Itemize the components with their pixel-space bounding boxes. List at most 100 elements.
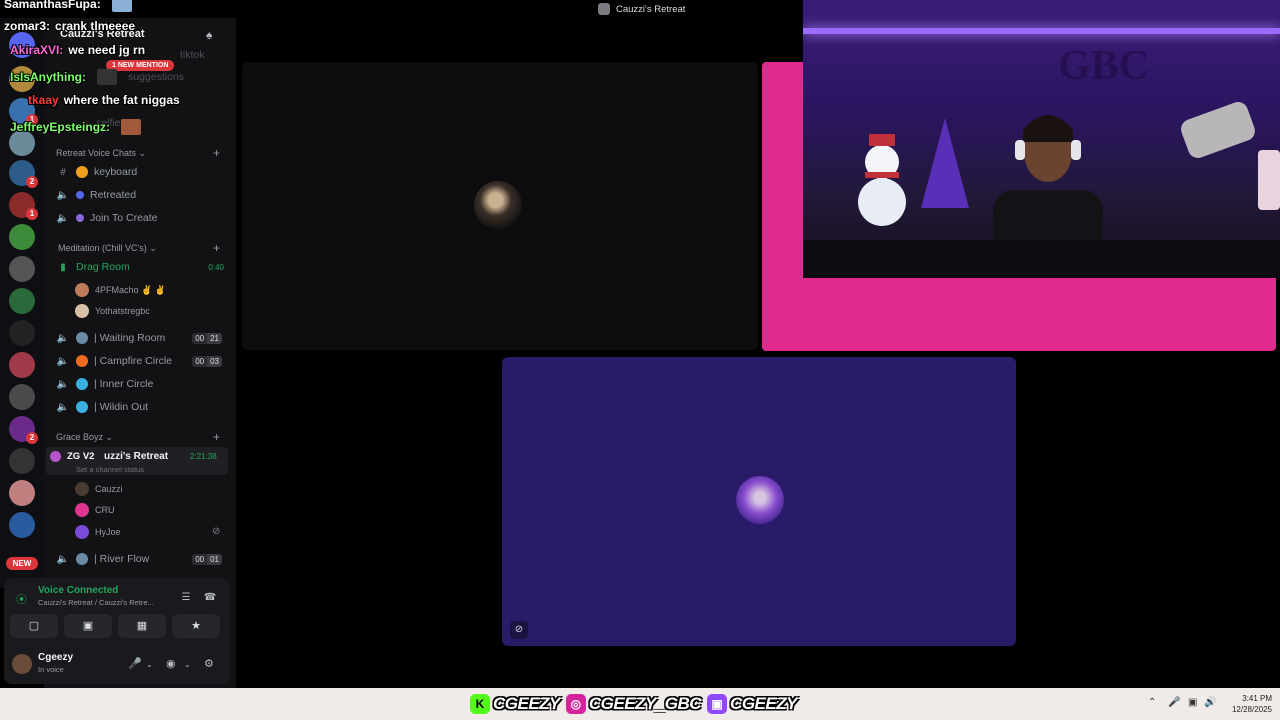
channel-inner-circle[interactable]: 🔈 | Inner Circle [56, 375, 228, 393]
avatar [75, 304, 89, 318]
microphone-tray-icon[interactable]: 🎤 [1168, 697, 1180, 708]
server-icon-10[interactable] [9, 320, 35, 346]
channel-join-to-create[interactable]: 🔈 Join To Create [56, 209, 228, 227]
add-channel-icon[interactable]: + [213, 241, 220, 255]
server-icon-11[interactable] [9, 352, 35, 378]
channel-drag-room[interactable]: ▮ Drag Room 0:40 [56, 258, 228, 276]
server-icon-6[interactable]: 1 [9, 192, 38, 220]
channel-faded-suggestions[interactable]: suggestions [128, 68, 228, 86]
voice-user-name: HyJoe [95, 527, 121, 537]
unread-badge: 1 [26, 208, 38, 220]
voice-user[interactable]: HyJoe [75, 523, 121, 541]
soundboard-button[interactable]: ★ [172, 614, 220, 638]
channel-retreated[interactable]: 🔈 Retreated [56, 186, 228, 204]
voice-user-name: Yothatstregbc [95, 306, 150, 316]
speaker-icon: 🔈 [56, 332, 70, 344]
category-grace-boyz[interactable]: Grace Boyz ⌄ [56, 432, 113, 443]
voice-user[interactable]: CRU [75, 501, 115, 519]
voice-user-name: CRU [95, 505, 115, 515]
participant-avatar [474, 181, 522, 229]
server-icon-12[interactable] [9, 384, 35, 410]
people-icon [76, 553, 88, 565]
server-icon [598, 3, 610, 15]
chevron-up-icon[interactable]: ⌃ [1148, 697, 1156, 708]
user-limit-badge: 00 03 [192, 355, 222, 367]
chat-username: AkiraXVI: [10, 43, 64, 57]
speaker-icon: 🔈 [56, 553, 70, 565]
signal-icon[interactable]: ⦿ [16, 591, 27, 607]
volume-icon[interactable]: 🔊 [1204, 697, 1216, 708]
user-name[interactable]: Cgeezy [38, 652, 73, 663]
voice-user[interactable]: Cauzzi [75, 480, 123, 498]
server-icon-9[interactable] [9, 288, 35, 314]
emote-icon [121, 119, 142, 135]
voice-connected-subtitle[interactable]: Cauzzi's Retreat / Cauzzi's Retre... [38, 598, 154, 607]
category-meditation[interactable]: Meditation (Chill VC's) ⌄ [58, 243, 157, 254]
activities-button[interactable]: ▦ [118, 614, 166, 638]
emote-icon [97, 69, 118, 85]
participant-avatar [736, 476, 784, 524]
add-member-icon[interactable]: ♠ [206, 28, 220, 42]
set-channel-status[interactable]: Set a channel status [76, 465, 144, 474]
chat-username: IsIsAnything: [10, 70, 87, 84]
server-icon-13[interactable]: 2 [9, 416, 38, 444]
speaker-icon: 🔈 [56, 401, 70, 413]
server-icon-8[interactable] [9, 256, 35, 282]
count-limit: 01 [207, 553, 222, 565]
channel-campfire-circle[interactable]: 🔈 | Campfire Circle 00 03 [56, 352, 228, 370]
channel-keyboard[interactable]: # keyboard [56, 163, 228, 181]
voice-user[interactable]: Yothatstregbc [75, 302, 150, 320]
user-avatar[interactable] [12, 654, 32, 674]
gear-icon[interactable]: ⚙ [204, 657, 214, 670]
muted-mic-icon: ⊘ [212, 526, 221, 537]
channel-wildin-out[interactable]: 🔈 | Wildin Out [56, 398, 228, 416]
chat-message: SamanthasFupa: [4, 0, 132, 12]
server-icon-15[interactable] [9, 480, 35, 506]
led-strip [803, 28, 1280, 34]
channel-waiting-room[interactable]: 🔈 | Waiting Room 00 21 [56, 329, 228, 347]
fire-icon [76, 355, 88, 367]
server-icon-14[interactable] [9, 448, 35, 474]
water-icon [76, 401, 88, 413]
window-title-text: Cauzzi's Retreat [616, 3, 686, 15]
add-channel-icon[interactable]: + [213, 430, 220, 444]
server-icon-7[interactable] [9, 224, 35, 250]
channel-label: | Inner Circle [94, 378, 154, 390]
people-icon [76, 332, 88, 344]
avatar [75, 503, 89, 517]
channel-timer: 0:40 [208, 262, 224, 272]
camera-off-button[interactable]: ▢ [10, 614, 58, 638]
instagram-icon: ◎ [565, 694, 586, 714]
disconnect-icon[interactable]: ☎ [202, 592, 218, 606]
new-unreads-pill[interactable]: NEW [6, 557, 38, 570]
emote-icon [111, 0, 132, 12]
server-icon-16[interactable] [9, 512, 35, 538]
add-channel-icon[interactable]: + [213, 146, 220, 160]
chat-message: AkiraXVI: we need jg rn [10, 43, 145, 57]
social-handle: CGEEZY [493, 694, 560, 713]
category-label: Grace Boyz [56, 432, 104, 442]
sparkle-icon [76, 166, 88, 178]
noise-suppression-icon[interactable]: ☰ [178, 592, 194, 606]
category-retreat-voice-chats[interactable]: Retreat Voice Chats ⌄ [56, 148, 146, 159]
microphone-icon[interactable]: 🎤 [128, 657, 142, 670]
channel-river-flow[interactable]: 🔈 | River Flow 00 01 [56, 550, 228, 568]
desk [803, 240, 1280, 278]
headphones-icon[interactable]: ◉ [166, 657, 176, 670]
category-label: Retreat Voice Chats [56, 148, 137, 158]
unread-badge: 2 [26, 176, 38, 188]
count-limit: 21 [207, 332, 222, 344]
voice-user-name: 4PFMacho ✌ ✌ [95, 284, 166, 295]
chevron-down-icon[interactable]: ⌄ [146, 660, 153, 669]
system-clock[interactable]: 3:41 PM 12/28/2025 [1224, 693, 1272, 715]
discord-app: Cauzzi's Retreat 1 2 1 2 NEW Cauzzi's Re… [0, 0, 1280, 688]
chat-message: zomar3: crank tlmeeee [4, 19, 135, 33]
christmas-tree [921, 118, 969, 208]
snowman-decoration [858, 134, 906, 226]
server-icon-5[interactable]: 2 [9, 160, 38, 188]
plus-icon [76, 214, 84, 222]
display-tray-icon[interactable]: ▣ [1188, 697, 1197, 708]
screen-share-button[interactable]: ▣ [64, 614, 112, 638]
voice-user[interactable]: 4PFMacho ✌ ✌ [75, 281, 166, 299]
chevron-down-icon[interactable]: ⌄ [184, 660, 191, 669]
